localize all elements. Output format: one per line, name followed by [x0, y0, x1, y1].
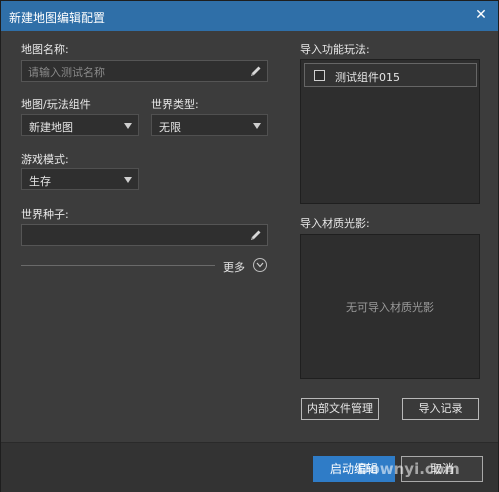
- map-component-value: 新建地图: [29, 121, 73, 134]
- title-bar: 新建地图编辑配置 ✕: [1, 1, 498, 31]
- new-map-config-dialog: 新建地图编辑配置 ✕ 地图名称: 地图/玩法组件 新建地图 世界类型: 无限 游…: [0, 0, 499, 492]
- internal-file-management-button[interactable]: 内部文件管理: [301, 398, 379, 420]
- chevron-down-icon: [124, 123, 132, 129]
- import-material-label: 导入材质光影:: [300, 217, 370, 230]
- chevron-down-icon: [253, 123, 261, 129]
- world-type-label: 世界类型:: [151, 98, 199, 111]
- close-icon[interactable]: ✕: [472, 6, 490, 24]
- edit-pencil-icon[interactable]: [249, 228, 263, 242]
- edit-pencil-icon[interactable]: [249, 64, 263, 78]
- world-seed-input[interactable]: [28, 228, 243, 244]
- more-divider: [21, 265, 215, 266]
- map-name-field[interactable]: [21, 60, 268, 82]
- list-item[interactable]: 测试组件015: [304, 63, 477, 87]
- import-gameplay-list: 测试组件015: [300, 59, 480, 204]
- empty-material-text: 无可导入材质光影: [346, 301, 434, 314]
- world-seed-field[interactable]: [21, 224, 268, 246]
- expand-chevron-icon[interactable]: [253, 258, 267, 272]
- map-component-label: 地图/玩法组件: [21, 98, 91, 111]
- more-toggle-label[interactable]: 更多: [223, 259, 245, 275]
- launch-editor-button[interactable]: 启动编辑: [313, 456, 395, 482]
- map-name-input[interactable]: [28, 64, 243, 80]
- map-name-label: 地图名称:: [21, 43, 69, 56]
- world-type-select[interactable]: 无限: [151, 114, 268, 136]
- game-mode-select[interactable]: 生存: [21, 168, 139, 190]
- component-checkbox[interactable]: [314, 70, 325, 81]
- import-record-button[interactable]: 导入记录: [402, 398, 479, 420]
- component-label: 测试组件015: [335, 71, 400, 84]
- import-material-panel: 无可导入材质光影: [300, 234, 480, 379]
- dialog-title: 新建地图编辑配置: [9, 11, 106, 25]
- game-mode-label: 游戏模式:: [21, 153, 69, 166]
- chevron-down-icon: [124, 177, 132, 183]
- import-gameplay-label: 导入功能玩法:: [300, 43, 370, 56]
- world-type-value: 无限: [159, 121, 181, 134]
- cancel-button[interactable]: 取消: [401, 456, 483, 482]
- world-seed-label: 世界种子:: [21, 208, 69, 221]
- map-component-select[interactable]: 新建地图: [21, 114, 139, 136]
- game-mode-value: 生存: [29, 175, 51, 188]
